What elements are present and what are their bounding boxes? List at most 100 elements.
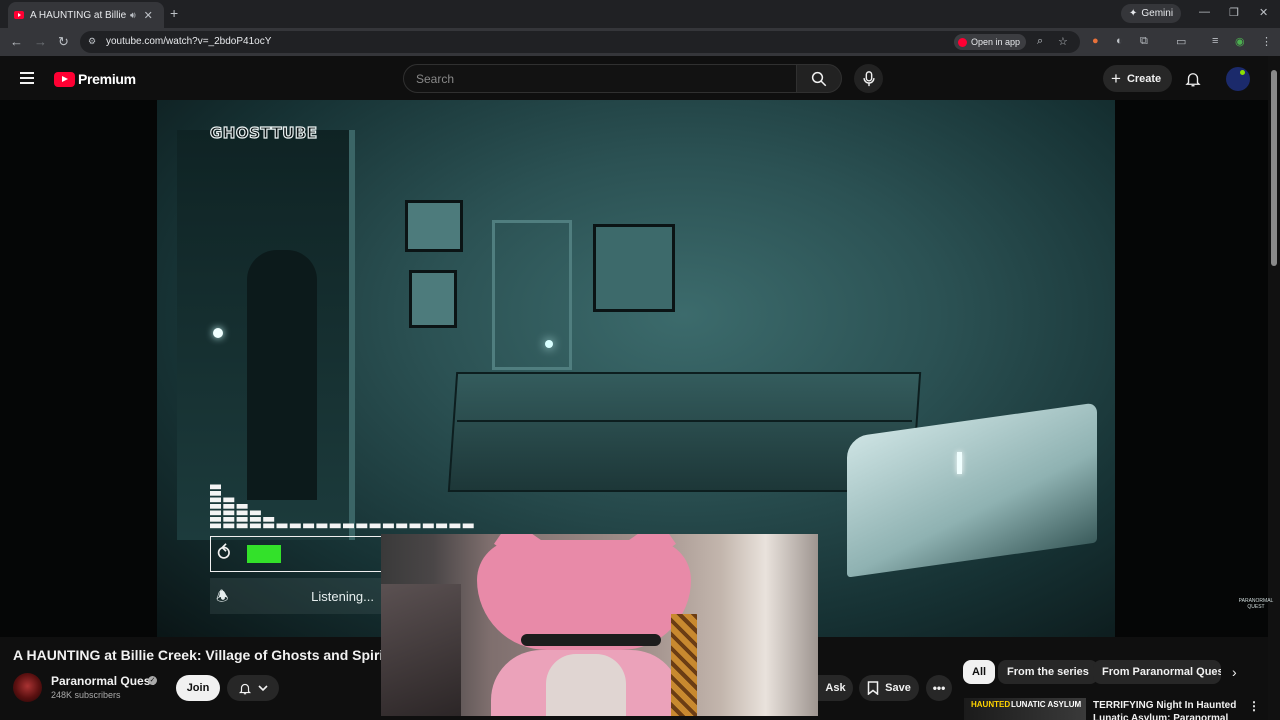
chip-all[interactable]: All bbox=[963, 660, 996, 684]
picture-frame bbox=[593, 224, 675, 312]
meter-bar-segment bbox=[249, 510, 261, 516]
bookmark-star-icon[interactable]: ☆ bbox=[1058, 35, 1068, 48]
new-tab-button[interactable]: + bbox=[170, 5, 178, 21]
page-scrollbar[interactable] bbox=[1268, 56, 1280, 720]
search-input[interactable] bbox=[403, 64, 797, 93]
meter-bar-segment bbox=[462, 523, 474, 529]
chevron-right-icon[interactable]: › bbox=[1232, 664, 1237, 680]
magnetometer-level bbox=[247, 545, 281, 563]
recommendation-menu-icon[interactable]: ⋮ bbox=[1248, 699, 1260, 713]
meter-bar-segment bbox=[263, 523, 275, 529]
meter-bar-segment bbox=[223, 523, 235, 529]
ask-button[interactable]: Ask bbox=[818, 675, 853, 701]
meter-bar-segment bbox=[303, 523, 315, 529]
meter-bar-segment bbox=[422, 523, 434, 529]
profile-icon[interactable]: ◉ bbox=[1235, 35, 1245, 48]
search-button[interactable] bbox=[796, 64, 842, 93]
blanket bbox=[381, 584, 461, 716]
youtube-logo-icon bbox=[54, 71, 75, 87]
plus-icon: + bbox=[1111, 68, 1121, 88]
cast-icon[interactable]: ▭ bbox=[1176, 35, 1186, 48]
meter-bar-segment bbox=[236, 517, 248, 522]
meter-bar-segment bbox=[329, 523, 341, 529]
light-orb bbox=[213, 328, 223, 338]
sparkle-icon: ✦ bbox=[1129, 8, 1138, 19]
browser-tab-bar bbox=[0, 0, 1280, 28]
verified-check-icon: ✓ bbox=[148, 676, 157, 685]
back-icon[interactable]: ← bbox=[10, 34, 23, 49]
gemini-label: Gemini bbox=[1141, 8, 1174, 19]
plush-giraffe bbox=[671, 614, 697, 716]
meter-bar-segment bbox=[210, 517, 221, 522]
logo-text: Premium bbox=[78, 71, 136, 87]
chair-cushion bbox=[546, 654, 626, 716]
join-button[interactable]: Join bbox=[176, 675, 220, 701]
picture-frame bbox=[405, 200, 463, 252]
subscription-notifications-button[interactable] bbox=[227, 675, 279, 701]
window-frame bbox=[492, 220, 572, 370]
meter-bar-segment bbox=[382, 523, 394, 529]
meter-bar-segment bbox=[223, 517, 235, 522]
chip-from-the-series[interactable]: From the series bbox=[998, 660, 1098, 684]
zoom-icon[interactable]: ⌕ bbox=[1037, 35, 1043, 48]
create-button[interactable]: + Create bbox=[1103, 65, 1173, 92]
notifications-button[interactable] bbox=[1184, 70, 1202, 93]
candle-glow bbox=[545, 340, 553, 348]
extension-icon[interactable]: ◐ bbox=[1116, 35, 1123, 47]
browser-tab[interactable]: A HAUNTING at Billie Creek 🔊︎ ✕ bbox=[8, 2, 164, 28]
account-avatar[interactable] bbox=[1226, 67, 1250, 91]
meter-bar-segment bbox=[223, 497, 235, 503]
tab-title: A HAUNTING at Billie Creek bbox=[30, 9, 126, 21]
media-controls-icon[interactable]: ≡ bbox=[1212, 35, 1218, 47]
meter-bar-segment bbox=[449, 523, 461, 529]
youtube-favicon-icon bbox=[14, 11, 24, 19]
browser-menu-icon[interactable]: ⋮ bbox=[1261, 35, 1272, 48]
youtube-premium-logo[interactable]: Premium bbox=[54, 71, 136, 87]
thumbnail-text: HAUNTED bbox=[971, 700, 1011, 709]
meter-bar-segment bbox=[409, 523, 421, 529]
listening-status: 🕭︎ Listening... bbox=[210, 578, 382, 614]
reload-icon[interactable]: ↻ bbox=[58, 34, 69, 50]
meter-bar-segment bbox=[210, 523, 221, 529]
minimize-icon[interactable]: — bbox=[1199, 6, 1210, 18]
channel-name[interactable]: Paranormal Quest bbox=[51, 674, 154, 688]
more-actions-button[interactable]: ••• bbox=[926, 675, 952, 701]
gemini-button[interactable]: ✦ Gemini bbox=[1121, 4, 1182, 23]
open-in-app-label: Open in app bbox=[971, 37, 1021, 47]
create-label: Create bbox=[1126, 72, 1162, 85]
meter-bar-segment bbox=[236, 504, 248, 509]
meter-bar-segment bbox=[369, 523, 381, 529]
open-in-app-button[interactable]: Open in app bbox=[954, 34, 1027, 50]
voice-search-button[interactable] bbox=[854, 64, 883, 93]
site-info-icon[interactable]: ⚙ bbox=[88, 36, 96, 47]
save-button[interactable]: Save bbox=[859, 675, 919, 701]
meter-bar-segment bbox=[236, 523, 248, 529]
extension-fox-icon[interactable]: ● bbox=[1092, 35, 1099, 47]
extensions-puzzle-icon[interactable]: ⧉ bbox=[1140, 35, 1148, 48]
scrollbar-thumb[interactable] bbox=[1271, 70, 1277, 266]
save-label: Save bbox=[885, 682, 911, 694]
meter-bar-segment bbox=[236, 510, 248, 516]
chip-from-paranormal-quest[interactable]: From Paranormal Quest bbox=[1093, 660, 1221, 684]
magnetometer-readout: ⥀ bbox=[210, 536, 382, 572]
hamburger-menu-icon[interactable] bbox=[20, 72, 34, 84]
close-tab-icon[interactable]: ✕ bbox=[144, 9, 153, 22]
bookmark-icon bbox=[867, 681, 879, 695]
cabinet-shelf bbox=[457, 420, 912, 422]
recommendation-thumbnail[interactable]: HAUNTED LUNATIC ASYLUM bbox=[964, 698, 1086, 720]
meter-bar-segment bbox=[210, 510, 221, 516]
speaker-icon[interactable]: 🔊︎ bbox=[130, 10, 136, 21]
channel-avatar[interactable] bbox=[13, 673, 42, 702]
meter-bar-segment bbox=[276, 523, 288, 529]
magnet-icon: ⥀ bbox=[217, 543, 231, 565]
candle bbox=[957, 452, 962, 474]
meter-bar-segment bbox=[223, 504, 235, 509]
ghost-sound-icon: 🕭︎ bbox=[216, 588, 229, 604]
search-icon bbox=[811, 71, 827, 86]
url-text[interactable]: youtube.com/watch?v=_2bdoP41ocY bbox=[106, 36, 271, 47]
forward-icon[interactable]: → bbox=[34, 34, 47, 49]
restore-icon[interactable]: ❐ bbox=[1229, 6, 1239, 19]
close-window-icon[interactable]: ✕ bbox=[1259, 6, 1268, 19]
meter-bar-segment bbox=[210, 484, 221, 490]
recommendation-title[interactable]: TERRIFYING Night In Haunted Lunatic Asyl… bbox=[1093, 699, 1238, 720]
